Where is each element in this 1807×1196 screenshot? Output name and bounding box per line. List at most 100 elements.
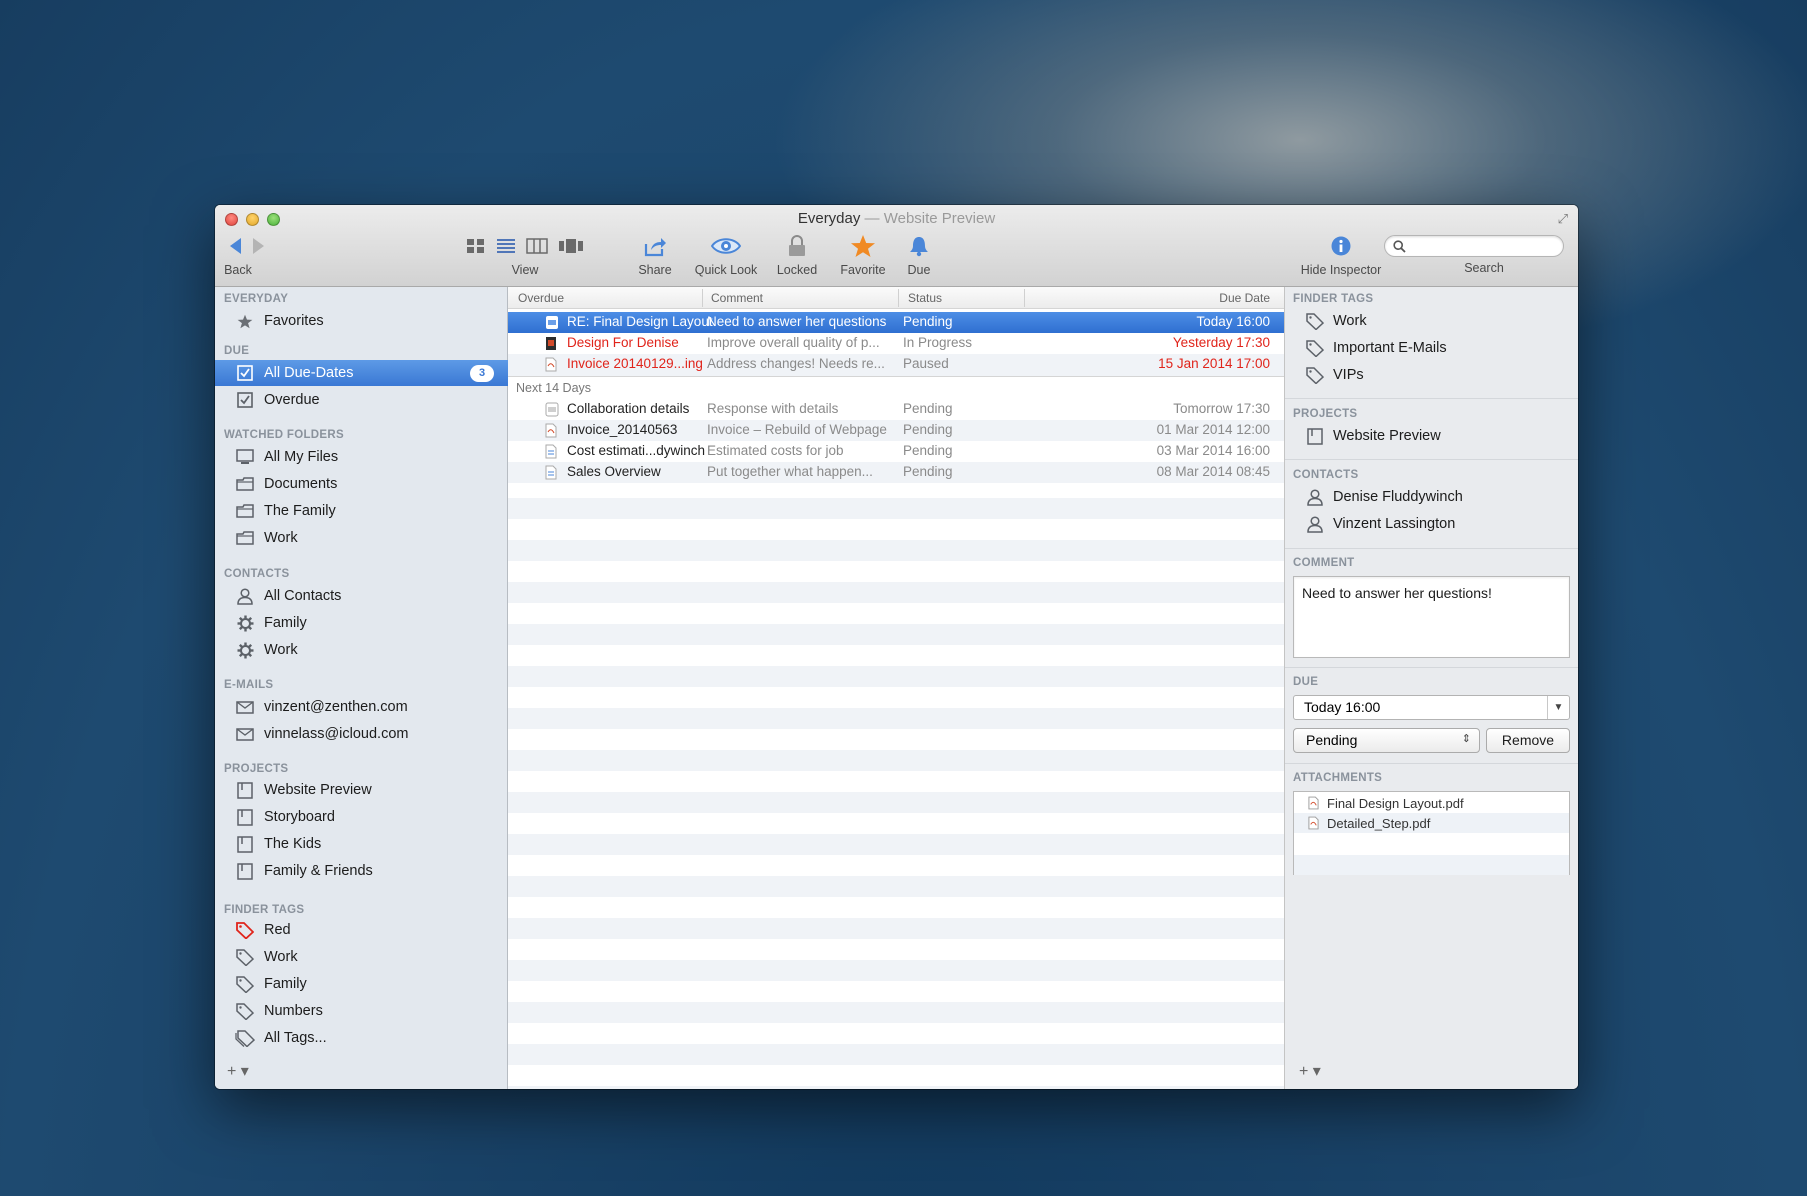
list-view-icon[interactable] <box>496 238 516 254</box>
pdf-file-icon <box>1308 796 1319 810</box>
row-status: Pending <box>903 443 953 458</box>
row-name: RE: Final Design Layout <box>567 314 713 329</box>
sidebar-item-tag-red[interactable]: Red <box>215 917 508 943</box>
row-status: Pending <box>903 401 953 416</box>
sidebar-item-all-tags[interactable]: All Tags... <box>215 1025 508 1051</box>
col-status[interactable]: Status <box>908 291 942 305</box>
star-icon <box>237 314 253 328</box>
sidebar-item-family-group[interactable]: Family <box>215 610 508 636</box>
sidebar-item-work-folder[interactable]: Work <box>215 525 508 551</box>
inspector-head-due: DUE <box>1293 676 1319 688</box>
search-field[interactable] <box>1384 235 1564 257</box>
sidebar-item-email-1[interactable]: vinzent@zenthen.com <box>215 694 508 720</box>
hide-inspector-button[interactable]: Hide Inspector <box>1293 232 1389 277</box>
table-row[interactable]: RE: Final Design Layout Need to answer h… <box>508 312 1284 333</box>
table-row[interactable]: Design For Denise Improve overall qualit… <box>508 333 1284 354</box>
inspector-item-label: Work <box>1333 313 1367 329</box>
share-button[interactable]: Share <box>635 232 675 277</box>
row-status: Pending <box>903 464 953 479</box>
due-date-picker[interactable]: Today 16:00 ▼ <box>1293 695 1570 720</box>
inspector-tag-vips[interactable]: VIPs <box>1285 362 1578 388</box>
row-comment: Response with details <box>707 401 839 416</box>
inspector-add-menu[interactable]: + ▾ <box>1299 1061 1321 1081</box>
pdf-file-icon <box>545 423 557 438</box>
tag-icon <box>236 1002 254 1020</box>
table-row[interactable]: Invoice_20140563 Invoice – Rebuild of We… <box>508 420 1284 441</box>
row-status: Pending <box>903 314 953 329</box>
sidebar-item-project-kids[interactable]: The Kids <box>215 831 508 857</box>
col-comment[interactable]: Comment <box>711 291 763 305</box>
column-header: Overdue Comment Status Due Date <box>508 287 1284 309</box>
person-icon <box>237 587 253 605</box>
sidebar-item-project-website[interactable]: Website Preview <box>215 777 508 803</box>
table-row[interactable]: Sales Overview Put together what happen.… <box>508 462 1284 483</box>
sidebar-item-work-group[interactable]: Work <box>215 637 508 663</box>
sidebar-head-due: DUE <box>224 345 250 357</box>
rows-area: RE: Final Design Layout Need to answer h… <box>508 309 1284 1089</box>
attachment-item[interactable]: Detailed_Step.pdf <box>1294 813 1569 833</box>
column-view-icon[interactable] <box>526 238 548 254</box>
sidebar-item-all-contacts[interactable]: All Contacts <box>215 583 508 609</box>
sidebar-head-everyday: EVERYDAY <box>224 293 289 305</box>
attachment-item[interactable]: Final Design Layout.pdf <box>1294 793 1569 813</box>
row-name: Sales Overview <box>567 464 661 479</box>
sidebar-head-contacts: CONTACTS <box>224 568 290 580</box>
back-forward-group: Back <box>224 232 269 277</box>
sidebar-item-tag-family[interactable]: Family <box>215 971 508 997</box>
sidebar-head-tags: FINDER TAGS <box>224 904 305 916</box>
fullscreen-icon[interactable]: ⤢ <box>1558 211 1568 227</box>
sidebar-item-tag-work[interactable]: Work <box>215 944 508 970</box>
sidebar-head-projects: PROJECTS <box>224 763 289 775</box>
search-input[interactable] <box>1411 238 1556 254</box>
inspector-contact-vinzent[interactable]: Vinzent Lassington <box>1285 511 1578 537</box>
favorite-button[interactable]: Favorite <box>835 232 891 277</box>
due-date-value: Today 16:00 <box>1304 699 1381 715</box>
gear-icon <box>237 615 253 631</box>
sidebar-item-email-2[interactable]: vinnelass@icloud.com <box>215 721 508 747</box>
remove-button[interactable]: Remove <box>1486 728 1570 753</box>
coverflow-view-icon[interactable] <box>558 238 584 254</box>
attachments-list: Final Design Layout.pdf Detailed_Step.pd… <box>1293 791 1570 875</box>
col-due-date[interactable]: Due Date <box>1219 291 1270 305</box>
search-icon <box>1393 240 1406 253</box>
sidebar-item-label: Work <box>264 949 298 965</box>
table-row[interactable]: Invoice 20140129...ing Address changes! … <box>508 354 1284 375</box>
sidebar-item-all-my-files[interactable]: All My Files <box>215 444 508 470</box>
comment-textarea[interactable]: Need to answer her questions! <box>1293 576 1570 658</box>
folder-icon <box>236 477 254 491</box>
sidebar-item-the-family[interactable]: The Family <box>215 498 508 524</box>
star-icon <box>851 235 875 257</box>
table-row[interactable]: Collaboration details Response with deta… <box>508 399 1284 420</box>
icon-view-icon[interactable] <box>466 238 486 254</box>
sidebar-item-project-storyboard[interactable]: Storyboard <box>215 804 508 830</box>
back-icon[interactable] <box>228 237 242 255</box>
sidebar-item-overdue[interactable]: Overdue <box>215 387 508 413</box>
inspector-head-tags: FINDER TAGS <box>1293 293 1374 305</box>
sidebar-item-documents[interactable]: Documents <box>215 471 508 497</box>
due-list: Overdue Comment Status Due Date RE: Fina… <box>508 287 1284 1089</box>
status-popup[interactable]: Pending ⇕ <box>1293 728 1480 753</box>
sidebar-item-project-family-friends[interactable]: Family & Friends <box>215 858 508 884</box>
sidebar-item-favorites[interactable]: Favorites <box>215 308 508 334</box>
project-icon <box>237 781 253 799</box>
inspector-contact-denise[interactable]: Denise Fluddywinch <box>1285 484 1578 510</box>
inspector-tag-work[interactable]: Work <box>1285 308 1578 334</box>
sidebar-item-label: All My Files <box>264 449 339 465</box>
col-overdue[interactable]: Overdue <box>518 291 564 305</box>
sidebar-item-tag-numbers[interactable]: Numbers <box>215 998 508 1024</box>
table-row[interactable]: Cost estimati...dywinch Estimated costs … <box>508 441 1284 462</box>
document-icon <box>545 465 557 480</box>
quicklook-button[interactable]: Quick Look <box>688 232 764 277</box>
person-icon <box>1307 515 1323 533</box>
sidebar-item-all-due-dates[interactable]: All Due-Dates 3 <box>215 360 508 386</box>
sidebar-item-label: Family & Friends <box>264 863 373 879</box>
forward-icon[interactable] <box>252 237 266 255</box>
tag-icon <box>236 921 254 939</box>
locked-button[interactable]: Locked <box>772 232 822 277</box>
inspector-project-website-preview[interactable]: Website Preview <box>1285 423 1578 449</box>
chevron-down-icon[interactable]: ▼ <box>1547 696 1569 719</box>
project-icon <box>1307 427 1323 445</box>
due-button[interactable]: Due <box>901 232 937 277</box>
sidebar-add-menu[interactable]: + ▾ <box>227 1061 249 1081</box>
inspector-tag-important-emails[interactable]: Important E-Mails <box>1285 335 1578 361</box>
